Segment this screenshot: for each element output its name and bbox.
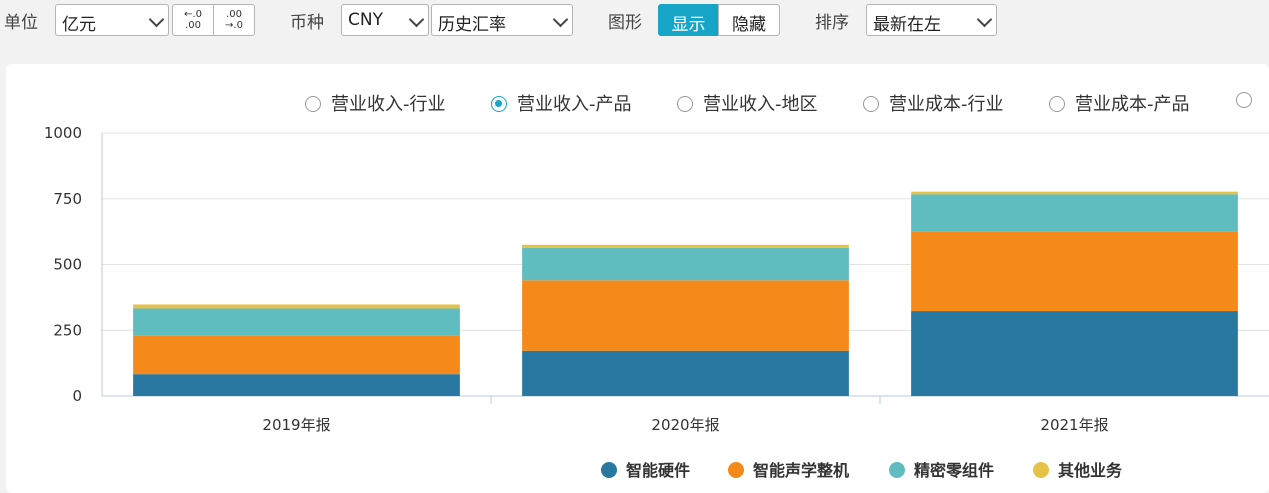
y-tick-label: 0 bbox=[72, 387, 82, 405]
legend-item[interactable]: 精密零组件 bbox=[889, 457, 994, 481]
bar-segment bbox=[133, 374, 460, 396]
y-tick-label: 1000 bbox=[44, 124, 82, 142]
bar-segment bbox=[522, 280, 849, 351]
y-tick-label: 500 bbox=[53, 256, 82, 274]
legend-item[interactable]: 其他业务 bbox=[1033, 457, 1122, 481]
legend-dot-icon bbox=[601, 462, 617, 478]
bar-segment bbox=[522, 247, 849, 281]
x-tick-label: 2020年报 bbox=[651, 416, 719, 434]
legend-dot-icon bbox=[889, 462, 905, 478]
legend-item[interactable]: 智能硬件 bbox=[601, 457, 690, 481]
legend-label: 智能硬件 bbox=[626, 461, 691, 480]
x-tick-label: 2019年报 bbox=[262, 416, 330, 434]
legend-item[interactable]: 智能声学整机 bbox=[728, 457, 849, 481]
stacked-bar-chart: 0 250 500 750 1000 2019年报 2020年报 2021年报 bbox=[44, 124, 1269, 434]
y-tick-label: 250 bbox=[53, 321, 82, 339]
bar-segment bbox=[911, 311, 1238, 396]
bar-segment bbox=[522, 350, 849, 396]
legend-dot-icon bbox=[728, 462, 744, 478]
bar-segment bbox=[911, 231, 1238, 312]
y-tick-label: 750 bbox=[53, 190, 82, 208]
bar-segment bbox=[133, 308, 460, 336]
bar-segment bbox=[133, 335, 460, 375]
bar-segment bbox=[522, 244, 849, 248]
bar-segment bbox=[133, 304, 460, 309]
legend-label: 精密零组件 bbox=[914, 461, 995, 480]
bar-segment bbox=[911, 194, 1238, 232]
legend-label: 其他业务 bbox=[1058, 461, 1123, 480]
bar-segment bbox=[911, 191, 1238, 195]
legend-dot-icon bbox=[1033, 462, 1049, 478]
x-tick-label: 2021年报 bbox=[1040, 416, 1108, 434]
legend-label: 智能声学整机 bbox=[753, 461, 850, 480]
